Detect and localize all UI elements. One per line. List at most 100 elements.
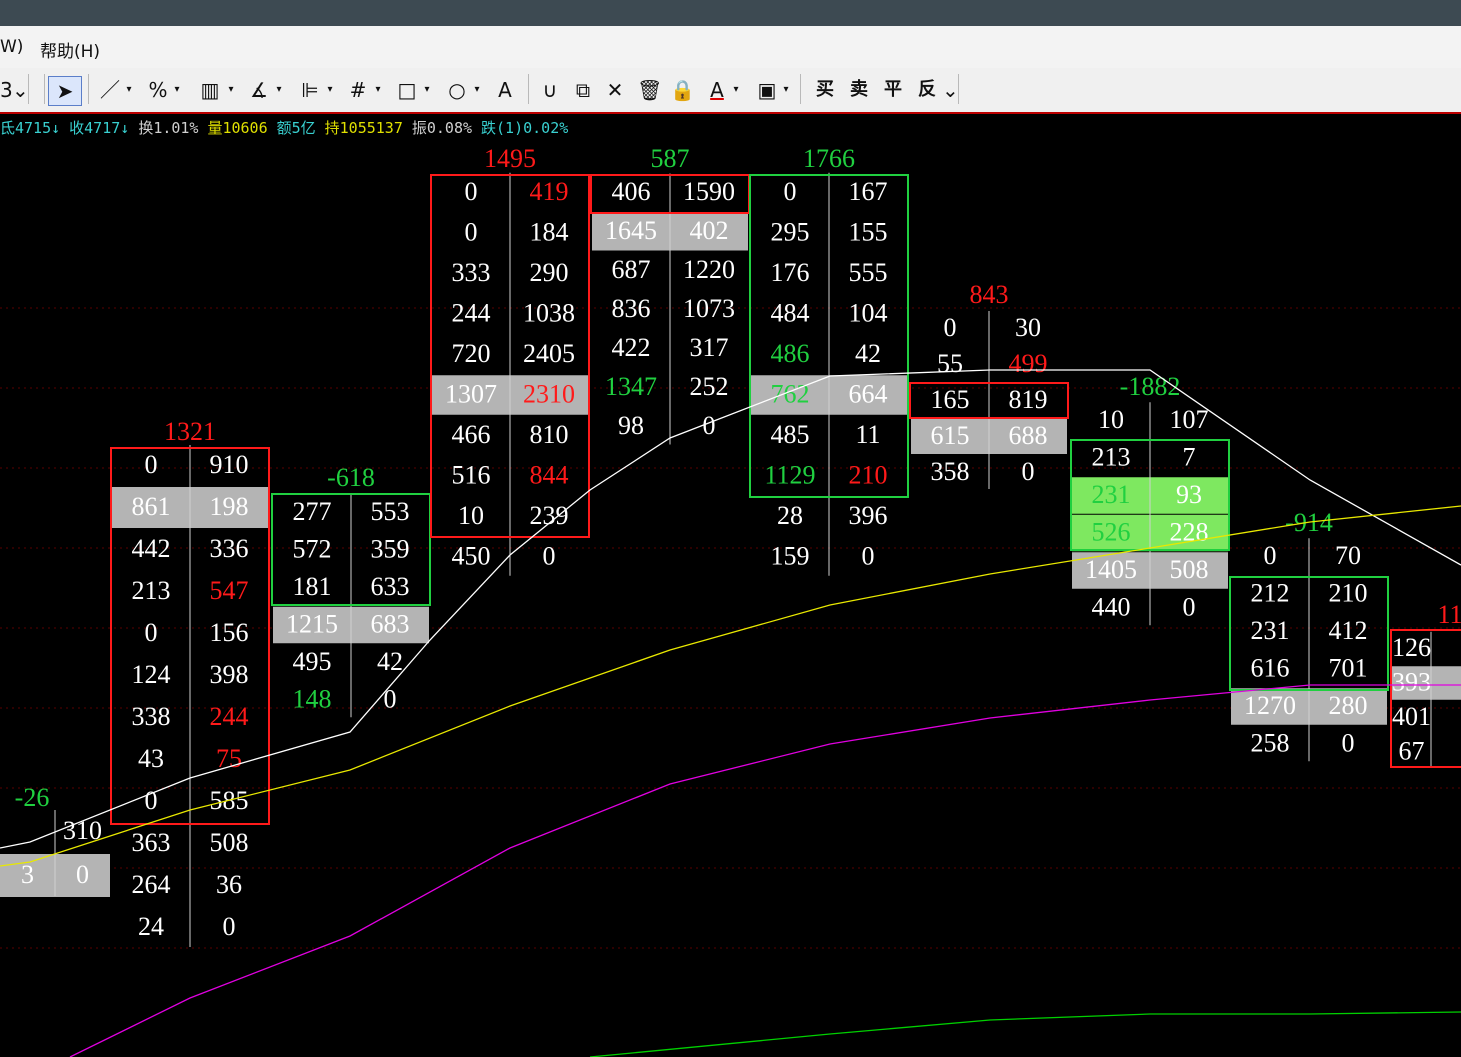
grid-tool-icon[interactable]: # <box>345 76 371 104</box>
lock-icon[interactable]: 🔒 <box>670 76 695 104</box>
angle-tool-icon[interactable]: ∡ <box>246 76 272 104</box>
volume-cell: 516 <box>452 461 491 490</box>
volume-cell: 442 <box>132 534 171 563</box>
volume-cell: 466 <box>452 420 491 449</box>
dropdown-arrow-icon[interactable]: ▾ <box>472 76 482 104</box>
volume-cell: 836 <box>612 294 651 323</box>
volume-cell: 572 <box>293 535 332 564</box>
menu-item-window[interactable]: W) <box>0 37 23 57</box>
volume-cell: 393 <box>1392 668 1431 697</box>
font-color-icon[interactable]: A <box>705 76 729 104</box>
drawing-toolbar: 3 ⌄ ➤ ／ ▾% ▾ ▥ ▾ ∡ ▾ ⊫ ▾ # ▾ □ ▾ ○ ▾ A ∪ ⧉ ✕ 🗑 🔒 A ▾ ▣ ▾ 买卖平反 ⌄ <box>0 68 1461 114</box>
line-tool-icon[interactable]: ／ <box>98 76 122 104</box>
percent-tool-icon[interactable]: % <box>146 76 170 104</box>
trash-icon[interactable]: 🗑 <box>637 76 662 104</box>
volume-cell: 165 <box>931 385 970 414</box>
copy-icon[interactable]: ⧉ <box>570 76 596 104</box>
magnet-icon[interactable]: ∪ <box>538 76 562 104</box>
volume-cell: 0 <box>145 450 158 479</box>
dropdown-arrow-icon[interactable]: ▾ <box>325 76 335 104</box>
volume-cell: 0 <box>1264 541 1277 570</box>
volume-cell: 0 <box>465 218 478 247</box>
volume-cell: 633 <box>371 572 410 601</box>
parallel-tool-icon[interactable]: ⊫ <box>297 76 323 104</box>
volume-cell: 810 <box>530 420 569 449</box>
reverse-icon[interactable]: 反 <box>914 76 940 104</box>
volume-cell: 280 <box>1329 691 1368 720</box>
indicator-line-0 <box>0 369 1461 849</box>
volume-cell: 244 <box>210 702 249 731</box>
menu-bar: W) 帮助(H) <box>0 26 1461 69</box>
indicator-line-3 <box>589 1011 1461 1057</box>
dropdown-arrow-icon[interactable]: ▾ <box>274 76 284 104</box>
order-flow-chart[interactable]: -263103 013210 910861 198442 336213 5470 15612… <box>0 142 1461 1057</box>
volume-cell: 0 <box>145 786 158 815</box>
volume-cell: 440 <box>1092 593 1131 622</box>
toolbar-separator <box>800 74 801 104</box>
volume-cell: 0 <box>145 618 158 647</box>
volume-cell: 24 <box>138 912 164 941</box>
dropdown-arrow-icon[interactable]: ▾ <box>172 76 182 104</box>
volume-cell: 181 <box>293 572 332 601</box>
volume-cell: 0 <box>703 411 716 440</box>
toolbar-separator <box>44 74 45 104</box>
volume-cell: 213 <box>132 576 171 605</box>
info-field-6: 振0.08% <box>411 119 473 137</box>
volume-cell: 1038 <box>523 299 575 328</box>
info-field-7: 跌(1)0.02% <box>481 119 569 137</box>
rectangle-tool-icon[interactable]: □ <box>394 76 420 104</box>
volume-cell: 36 <box>216 870 242 899</box>
volume-cell: 252 <box>690 372 729 401</box>
volume-cell: 910 <box>210 450 249 479</box>
volume-cell: 0 <box>223 912 236 941</box>
volume-cell: 176 <box>771 258 810 287</box>
volume-cell: 402 <box>690 216 729 245</box>
dropdown-arrow-icon[interactable]: ▾ <box>226 76 236 104</box>
dropdown-arrow-icon[interactable]: ▾ <box>373 76 383 104</box>
volume-cell: 553 <box>371 497 410 526</box>
buy-icon[interactable]: 买 <box>812 76 838 104</box>
volume-cell: 124 <box>132 660 171 689</box>
volume-cell: 1645 <box>605 216 657 245</box>
volume-cell: 42 <box>855 339 881 368</box>
volume-cell: 7 <box>1183 443 1196 472</box>
volume-cell: 43 <box>138 744 164 773</box>
volume-cell: 159 <box>771 542 810 571</box>
column-header: 11 <box>1437 600 1461 629</box>
dropdown-arrow-icon[interactable]: ⌄ <box>12 76 29 104</box>
volume-cell: 258 <box>1251 729 1290 758</box>
volume-cell: 0 <box>1022 457 1035 486</box>
menu-item-help[interactable]: 帮助(H) <box>40 37 100 62</box>
volume-cell: 244 <box>452 299 491 328</box>
volume-cell: 213 <box>1092 443 1131 472</box>
dropdown-arrow-icon[interactable]: ▾ <box>422 76 432 104</box>
column-header: -1882 <box>1120 372 1181 401</box>
bar-tool-icon[interactable]: ▥ <box>196 76 224 104</box>
volume-cell: 396 <box>849 501 888 530</box>
dropdown-arrow-icon[interactable]: ▾ <box>731 76 741 104</box>
circle-tool-icon[interactable]: ○ <box>444 76 470 104</box>
partial-icon[interactable]: 3 <box>0 76 13 104</box>
text-tool-icon[interactable]: A <box>494 76 516 104</box>
volume-cell: 401 <box>1392 702 1431 731</box>
volume-cell: 167 <box>849 177 888 206</box>
cursor-arrow-icon[interactable]: ➤ <box>48 76 82 106</box>
volume-cell: 70 <box>1335 541 1361 570</box>
volume-cell: 210 <box>1329 579 1368 608</box>
volume-cell: 295 <box>771 218 810 247</box>
save-icon[interactable]: ▣ <box>755 76 779 104</box>
volume-cell: 422 <box>612 333 651 362</box>
column-header: 1321 <box>164 417 216 446</box>
volume-cell: 126 <box>1392 633 1431 662</box>
volume-cell: 264 <box>132 870 171 899</box>
volume-cell: 508 <box>1170 555 1209 584</box>
quote-info-bar: 氐4715↓ 收4717↓ 换1.01% 量10606 额5亿 持1055137 振0.08… <box>0 114 1461 142</box>
delete-icon[interactable]: ✕ <box>603 76 627 104</box>
dropdown-arrow-icon[interactable]: ▾ <box>781 76 791 104</box>
volume-cell: 55 <box>937 349 963 378</box>
dropdown-arrow-icon[interactable]: ▾ <box>124 76 134 104</box>
close-position-icon[interactable]: 平 <box>880 76 906 104</box>
more-arrow-icon[interactable]: ⌄ <box>942 76 959 104</box>
volume-cell: 210 <box>849 461 888 490</box>
sell-icon[interactable]: 卖 <box>846 76 872 104</box>
